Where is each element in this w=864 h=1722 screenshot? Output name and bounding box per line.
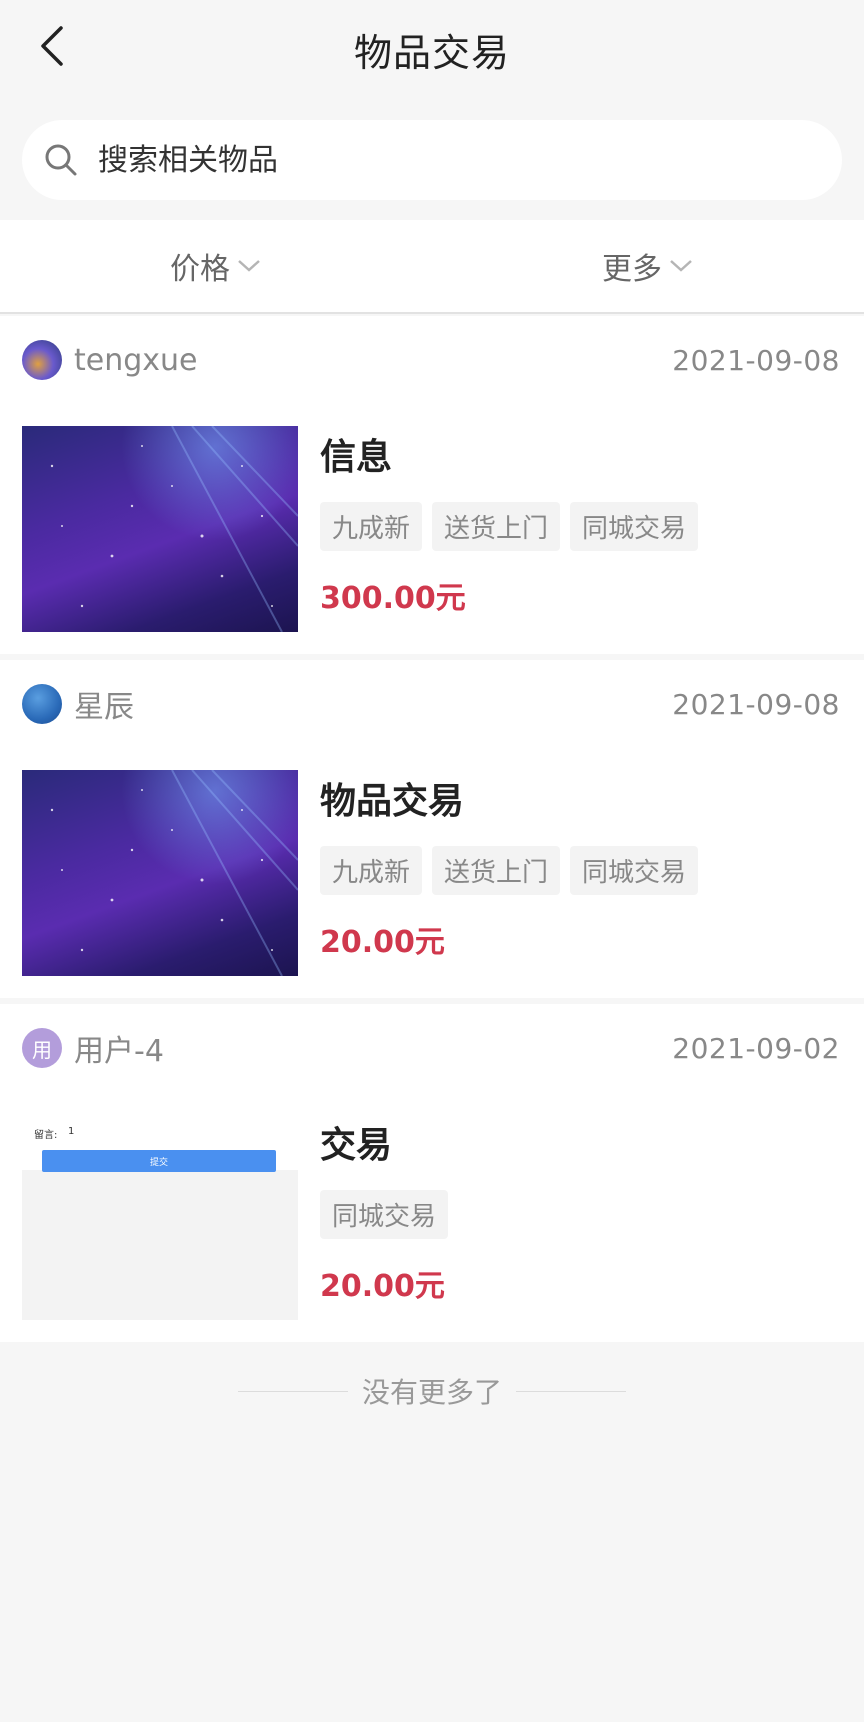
item-price: 300.00元 — [320, 581, 466, 616]
top-bar: 物品交易 — [0, 0, 864, 92]
card-header: 用 用户-4 2021-09-02 — [22, 1026, 840, 1070]
tag: 同城交易 — [320, 1190, 449, 1239]
chevron-down-icon — [670, 260, 692, 272]
tag: 送货上门 — [432, 502, 561, 551]
screenshot-value: 1 — [68, 1126, 75, 1137]
chevron-down-icon — [238, 260, 260, 272]
divider — [237, 1390, 348, 1392]
screenshot-submit-label: 提交 — [149, 1157, 168, 1168]
filter-price[interactable]: 价格 — [0, 220, 432, 312]
item-thumbnail[interactable] — [22, 770, 298, 976]
tag: 同城交易 — [570, 502, 699, 551]
avatar-initial: 用 — [32, 1037, 52, 1062]
tag-list: 九成新 送货上门 同城交易 — [320, 846, 844, 895]
page-title: 物品交易 — [353, 31, 510, 75]
starry-sky-image — [22, 426, 298, 632]
filter-more[interactable]: 更多 — [432, 220, 864, 312]
post-date: 2021-09-02 — [672, 1031, 840, 1065]
item-thumbnail[interactable]: 留言: 1 提交 — [22, 1114, 298, 1320]
filter-bar: 价格 更多 — [0, 220, 864, 314]
item-price: 20.00元 — [320, 1269, 445, 1304]
avatar[interactable] — [22, 684, 62, 724]
item-info: 信息 九成新 送货上门 同城交易 300.00元 — [320, 428, 844, 617]
search-bar[interactable] — [22, 120, 842, 200]
screenshot-submit-button: 提交 — [42, 1150, 276, 1172]
list-item[interactable]: 用 用户-4 2021-09-02 留言: 1 提交 交易 同城交易 20.00… — [0, 1004, 864, 1342]
item-title: 信息 — [320, 437, 393, 478]
tag: 同城交易 — [570, 846, 699, 895]
user-info: tengxue — [22, 340, 198, 380]
avatar[interactable]: 用 — [22, 1028, 62, 1068]
item-thumbnail[interactable] — [22, 426, 298, 632]
post-date: 2021-09-08 — [672, 343, 840, 377]
filter-more-label: 更多 — [602, 252, 662, 287]
item-title: 交易 — [320, 1125, 393, 1166]
username: 用户-4 — [74, 1034, 164, 1069]
starry-sky-image — [22, 770, 298, 976]
item-info: 交易 同城交易 20.00元 — [320, 1116, 844, 1305]
screenshot-image: 留言: 1 提交 — [22, 1114, 298, 1320]
stars-overlay — [50, 770, 298, 976]
list-end-indicator: 没有更多了 — [0, 1362, 864, 1420]
tag: 九成新 — [320, 502, 423, 551]
tag-list: 同城交易 — [320, 1190, 844, 1239]
user-info: 用 用户-4 — [22, 1026, 164, 1070]
filter-price-label: 价格 — [170, 252, 230, 287]
search-area — [0, 92, 864, 220]
search-icon — [45, 144, 77, 176]
item-info: 物品交易 九成新 送货上门 同城交易 20.00元 — [320, 772, 844, 961]
card-header: tengxue 2021-09-08 — [22, 338, 840, 382]
username: tengxue — [74, 342, 198, 378]
card-header: 星辰 2021-09-08 — [22, 682, 840, 726]
tag: 送货上门 — [432, 846, 561, 895]
tag: 九成新 — [320, 846, 423, 895]
list-item[interactable]: tengxue 2021-09-08 信息 九成新 送货上门 同城交易 300.… — [0, 316, 864, 654]
list-item[interactable]: 星辰 2021-09-08 物品交易 九成新 送货上门 同城交易 20.00元 — [0, 660, 864, 998]
no-more-text: 没有更多了 — [361, 1376, 502, 1409]
tag-list: 九成新 送货上门 同城交易 — [320, 502, 844, 551]
screenshot-label: 留言: — [34, 1130, 58, 1141]
item-title: 物品交易 — [320, 781, 465, 822]
stars-overlay — [50, 426, 298, 632]
item-price: 20.00元 — [320, 925, 445, 960]
user-info: 星辰 — [22, 682, 134, 726]
avatar[interactable] — [22, 340, 62, 380]
search-input[interactable] — [98, 142, 778, 178]
divider — [516, 1390, 626, 1392]
username: 星辰 — [74, 690, 134, 725]
post-date: 2021-09-08 — [672, 687, 840, 721]
